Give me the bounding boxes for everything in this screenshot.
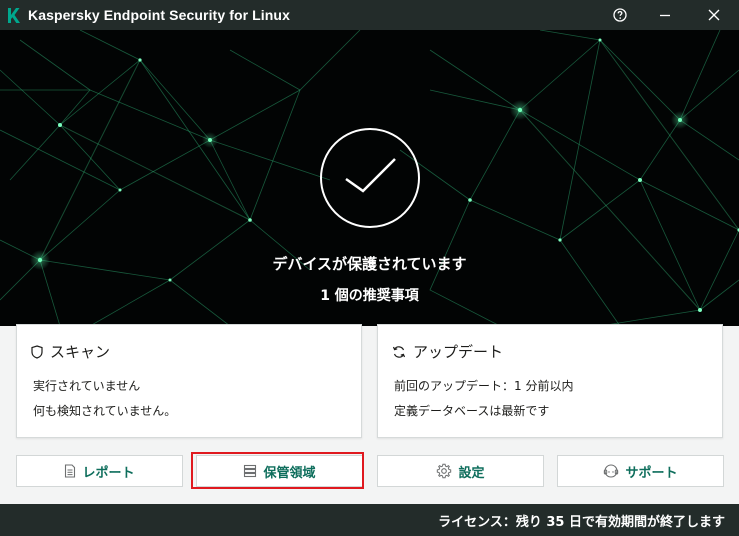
scan-status-text: 実行されていません [33,379,141,393]
quarantine-button[interactable]: 保管領域 [196,455,363,487]
settings-button[interactable]: 設定 [377,455,544,487]
close-icon [708,9,720,21]
last-update-text: 前回のアップデート：1 分前以内 [394,379,574,393]
support-button-label: サポート [625,465,678,481]
license-status-text[interactable]: ライセンス：残り 35 日で有効期間が終了します [438,511,725,530]
scan-card[interactable]: スキャン 実行されていません 何も検知されていません。 [16,324,362,438]
support-icon [604,464,619,478]
scan-card-header: スキャン [31,341,110,362]
checkmark-circle-icon [320,128,420,228]
kaspersky-logo-icon [8,8,20,23]
database-status-text: 定義データベースは最新です [394,404,550,418]
document-icon [65,464,76,478]
help-button[interactable] [600,0,640,30]
license-footer: ライセンス：残り 35 日で有効期間が終了します [0,504,739,536]
protection-status-title: デバイスが保護されています [272,255,467,273]
support-button[interactable]: サポート [557,455,724,487]
refresh-icon [392,345,406,358]
minimize-icon [660,14,670,17]
protection-status-panel: デバイスが保護されています 1 個の推奨事項 [0,30,739,326]
update-card-header: アップデート [392,341,503,362]
scan-detection-text: 何も検知されていません。 [33,404,177,418]
storage-icon [244,464,257,478]
settings-button-label: 設定 [458,465,485,481]
report-button[interactable]: レポート [16,455,183,487]
app-window: Kaspersky Endpoint Security for Linux デバ… [0,0,739,536]
title-bar[interactable]: Kaspersky Endpoint Security for Linux [0,0,739,30]
recommendations-link[interactable]: 1 個の推奨事項 [0,285,739,305]
window-title: Kaspersky Endpoint Security for Linux [28,7,290,23]
minimize-button[interactable] [645,0,685,30]
quarantine-button-label: 保管領域 [263,465,316,481]
report-button-label: レポート [82,465,135,481]
scan-card-title: スキャン [50,343,111,361]
gear-icon [437,463,452,479]
close-button[interactable] [694,0,734,30]
help-icon [613,8,627,22]
update-card[interactable]: アップデート 前回のアップデート：1 分前以内 定義データベースは最新です [377,324,723,438]
shield-icon [31,344,43,359]
update-card-title: アップデート [413,343,504,361]
